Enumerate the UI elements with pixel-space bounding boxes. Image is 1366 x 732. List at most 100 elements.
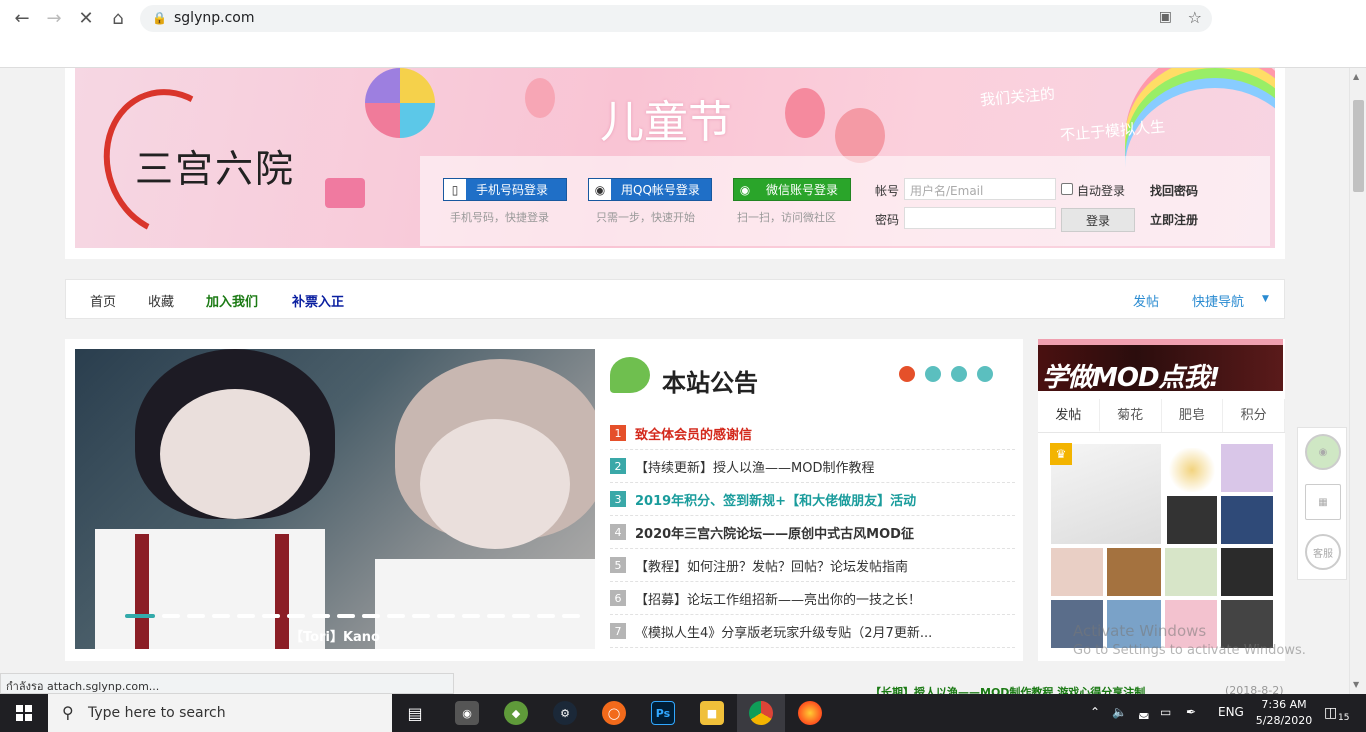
post-link[interactable]: 发帖: [1133, 291, 1159, 310]
back-icon[interactable]: ←: [10, 6, 34, 30]
battery-icon[interactable]: ▭: [1160, 705, 1171, 719]
slide-character-face: [160, 389, 310, 519]
photoshop-icon[interactable]: Ps: [651, 701, 675, 725]
qq-login-button[interactable]: ◉ 用QQ帐号登录: [588, 178, 712, 201]
app-download-icon[interactable]: ◉: [1305, 434, 1341, 470]
customer-service-label: 客服: [1313, 548, 1333, 560]
lock-icon: 🔒: [152, 11, 167, 25]
nav-item-join-us[interactable]: 加入我们: [206, 291, 258, 310]
avatar[interactable]: [1220, 599, 1274, 649]
right-sidebar: 学做MOD点我! 发帖 菊花 肥皂 积分 ♛: [1038, 339, 1285, 661]
taskbar-search[interactable]: ⚲ Type here to search: [48, 694, 392, 732]
avatar[interactable]: [1164, 547, 1218, 597]
wifi-icon[interactable]: ◛: [1138, 705, 1150, 719]
avatar[interactable]: [1220, 495, 1274, 545]
notice-item[interactable]: 2 【持续更新】授人以渔——MOD制作教程: [610, 450, 1015, 483]
notice-link[interactable]: 【招募】论坛工作组招新——亮出你的一技之长！: [635, 589, 921, 608]
register-link[interactable]: 立即注册: [1150, 211, 1198, 228]
quick-nav-link[interactable]: 快捷导航: [1192, 291, 1244, 310]
mod-tutorial-ad[interactable]: 学做MOD点我!: [1038, 339, 1283, 393]
scroll-up-icon[interactable]: ▲: [1353, 72, 1359, 81]
notice-item[interactable]: 7 《模拟人生4》分享版老玩家升级专贴（2月7更新...: [610, 615, 1015, 648]
translate-icon[interactable]: ▣: [1159, 9, 1172, 25]
notice-rank-badge: 3: [610, 491, 626, 507]
scrollbar-thumb[interactable]: [1353, 100, 1364, 192]
tab-points[interactable]: 积分: [1223, 399, 1285, 432]
phone-login-button[interactable]: ▯ 手机号码登录: [443, 178, 567, 201]
forward-icon[interactable]: →: [42, 6, 66, 30]
qr-code-icon[interactable]: ▦: [1305, 484, 1341, 520]
image-slider[interactable]: 【Tori】Kano: [75, 349, 595, 649]
steam-icon[interactable]: ⚙: [553, 701, 577, 725]
notice-item[interactable]: 5 【教程】如何注册？发帖？回帖？论坛发帖指南: [610, 549, 1015, 582]
notification-count: 15: [1338, 713, 1350, 723]
notice-item[interactable]: 3 2019年积分、签到新规+【和大佬做朋友】活动: [610, 483, 1015, 516]
sims-app-icon[interactable]: ◆: [504, 701, 528, 725]
notice-item[interactable]: 1 致全体会员的感谢信: [610, 417, 1015, 450]
notice-page-dot[interactable]: [899, 366, 915, 382]
stop-loading-icon[interactable]: ✕: [74, 6, 98, 30]
tab-posts[interactable]: 发帖: [1038, 399, 1100, 432]
notice-page-dot[interactable]: [977, 366, 993, 382]
slider-pagination[interactable]: [125, 614, 580, 618]
firefox-icon[interactable]: [798, 701, 822, 725]
page-scrollbar[interactable]: ▲ ▼: [1349, 68, 1366, 694]
camera-app-icon[interactable]: ◉: [455, 701, 479, 725]
bookmark-star-icon[interactable]: ☆: [1188, 8, 1202, 27]
start-button[interactable]: [0, 694, 48, 732]
notice-rank-badge: 5: [610, 557, 626, 573]
avatar[interactable]: [1106, 547, 1162, 597]
taskbar-search-placeholder: Type here to search: [88, 705, 226, 721]
customer-service-button[interactable]: 客服: [1305, 534, 1341, 570]
scroll-down-icon[interactable]: ▼: [1353, 680, 1359, 689]
notice-link[interactable]: 【持续更新】授人以渔——MOD制作教程: [635, 457, 874, 476]
origin-icon[interactable]: ◯: [602, 701, 626, 725]
avatar[interactable]: [1050, 547, 1104, 597]
system-clock[interactable]: 7:36 AM 5/28/2020: [1254, 697, 1314, 729]
auto-login-checkbox[interactable]: [1061, 183, 1073, 195]
notice-page-dot[interactable]: [951, 366, 967, 382]
avatar[interactable]: [1166, 447, 1218, 493]
address-bar[interactable]: 🔒 sglynp.com ▣ ☆: [140, 5, 1212, 32]
notice-link[interactable]: 2020年三宫六院论坛——原创中式古风MOD征: [635, 523, 914, 542]
auto-login-label[interactable]: 自动登录: [1077, 182, 1125, 199]
wechat-login-label: 微信账号登录: [766, 183, 839, 197]
wechat-login-button[interactable]: ◉ 微信账号登录: [733, 178, 851, 201]
password-input[interactable]: [904, 207, 1056, 229]
file-explorer-icon[interactable]: ■: [700, 701, 724, 725]
notice-item[interactable]: 4 2020年三宫六院论坛——原创中式古风MOD征: [610, 516, 1015, 549]
tab-chrysanthemum[interactable]: 菊花: [1100, 399, 1162, 432]
avatar[interactable]: [1220, 443, 1274, 493]
ranking-tabs: 发帖 菊花 肥皂 积分: [1038, 399, 1285, 433]
chrome-icon[interactable]: [749, 701, 773, 725]
volume-muted-icon[interactable]: 🔈: [1112, 705, 1127, 719]
browser-status-bar: กำลังรอ attach.sglynp.com...: [0, 673, 454, 694]
avatar[interactable]: [1220, 547, 1274, 597]
nav-item-upgrade[interactable]: 补票入正: [292, 291, 344, 310]
nav-item-home[interactable]: 首页: [90, 291, 116, 310]
tab-soap[interactable]: 肥皂: [1162, 399, 1224, 432]
notice-link[interactable]: 【教程】如何注册？发帖？回帖？论坛发帖指南: [635, 556, 908, 575]
login-button[interactable]: 登录: [1061, 208, 1135, 232]
notice-page-dot[interactable]: [925, 366, 941, 382]
clock-date: 5/28/2020: [1255, 714, 1313, 727]
slide-caption[interactable]: 【Tori】Kano: [75, 626, 595, 645]
notice-link[interactable]: 2019年积分、签到新规+【和大佬做朋友】活动: [635, 490, 916, 509]
pen-icon[interactable]: ✒: [1186, 705, 1196, 719]
chevron-down-icon[interactable]: ▼: [1262, 294, 1269, 304]
notice-link[interactable]: 致全体会员的感谢信: [635, 424, 752, 443]
nav-item-favorites[interactable]: 收藏: [148, 291, 174, 310]
task-view-icon[interactable]: ▤: [403, 701, 427, 725]
chevron-up-icon[interactable]: ⌃: [1090, 705, 1100, 719]
notice-rank-badge: 7: [610, 623, 626, 639]
home-icon[interactable]: ⌂: [106, 6, 130, 30]
avatar[interactable]: [1166, 495, 1218, 545]
notification-icon[interactable]: ◫: [1324, 705, 1337, 721]
site-logo[interactable]: 三宫六院: [135, 138, 295, 193]
language-indicator[interactable]: ENG: [1218, 705, 1244, 719]
notice-link[interactable]: 《模拟人生4》分享版老玩家升级专贴（2月7更新...: [635, 622, 932, 641]
notice-item[interactable]: 6 【招募】论坛工作组招新——亮出你的一技之长！: [610, 582, 1015, 615]
url-text[interactable]: sglynp.com: [174, 10, 254, 26]
account-input[interactable]: 用户名/Email: [904, 178, 1056, 200]
find-password-link[interactable]: 找回密码: [1150, 182, 1198, 199]
